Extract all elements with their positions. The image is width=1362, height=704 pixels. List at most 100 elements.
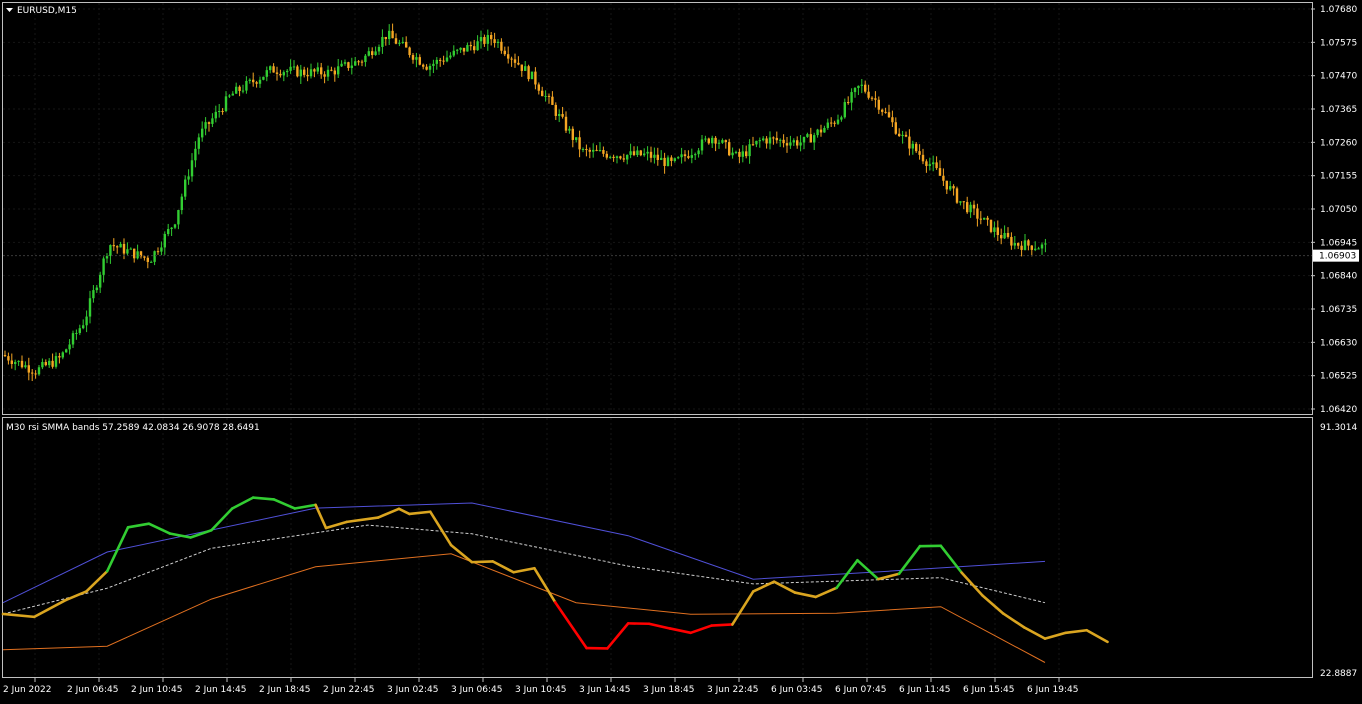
candle-body xyxy=(405,42,407,48)
candle-body xyxy=(864,85,866,92)
candle-body xyxy=(204,122,206,129)
candle-body xyxy=(249,80,251,81)
candle-body xyxy=(742,151,744,156)
candle-body xyxy=(619,156,621,158)
candle-body xyxy=(541,91,543,96)
candle-body xyxy=(830,123,832,124)
candle-body xyxy=(157,251,159,252)
candle-body xyxy=(997,227,999,235)
candle-body xyxy=(738,152,740,157)
candle-body xyxy=(11,361,13,364)
candle-body xyxy=(677,157,679,158)
candle-body xyxy=(174,224,176,227)
candle-body xyxy=(609,157,611,158)
candle-body xyxy=(79,328,81,333)
candle-body xyxy=(317,67,319,71)
candle-body xyxy=(616,156,618,158)
candle-body xyxy=(310,69,312,76)
candle-body xyxy=(374,51,376,55)
trading-chart[interactable]: EURUSD,M15 1.076801.075751.074701.073651… xyxy=(0,0,1362,700)
candle-body xyxy=(436,60,438,64)
candle-body xyxy=(799,142,801,145)
candle-body xyxy=(442,61,444,62)
price-tick-label: 1.06630 xyxy=(1320,338,1357,348)
candle-body xyxy=(191,160,193,176)
candle-body xyxy=(973,205,975,209)
candle-body xyxy=(28,365,30,372)
candle-body xyxy=(92,290,94,298)
candle-body xyxy=(323,74,325,76)
candle-body xyxy=(334,71,336,75)
candle-body xyxy=(728,142,730,155)
current-price-label: 1.06903 xyxy=(1319,252,1356,262)
candle-body xyxy=(599,150,601,151)
candle-body xyxy=(912,144,914,149)
candle-body xyxy=(72,333,74,344)
candle-body xyxy=(504,51,506,54)
candle-body xyxy=(840,117,842,119)
candle-body xyxy=(959,201,961,202)
chart-title: EURUSD,M15 xyxy=(17,6,77,16)
candle-body xyxy=(170,228,172,229)
candle-body xyxy=(854,88,856,92)
candle-body xyxy=(470,45,472,46)
candle-body xyxy=(1034,249,1036,250)
candle-body xyxy=(269,66,271,70)
candle-body xyxy=(1010,237,1012,246)
candle-body xyxy=(262,77,264,80)
candle-body xyxy=(1024,240,1026,250)
candle-body xyxy=(786,143,788,145)
candle-body xyxy=(874,98,876,99)
candle-body xyxy=(432,64,434,66)
candle-body xyxy=(517,63,519,65)
candle-body xyxy=(245,81,247,91)
candle-body xyxy=(629,151,631,155)
candle-body xyxy=(130,249,132,250)
candle-body xyxy=(901,135,903,136)
candle-body xyxy=(286,71,288,72)
price-tick-label: 1.06420 xyxy=(1320,405,1357,415)
candle-body xyxy=(980,219,982,220)
candle-body xyxy=(565,117,567,131)
candle-body xyxy=(385,37,387,39)
candle-body xyxy=(796,140,798,145)
candle-body xyxy=(473,46,475,50)
candle-body xyxy=(527,66,529,79)
candle-body xyxy=(782,140,784,143)
candle-body xyxy=(762,138,764,140)
candle-body xyxy=(7,356,9,360)
candle-body xyxy=(279,74,281,75)
candle-body xyxy=(884,112,886,113)
candle-body xyxy=(521,65,523,71)
candle-body xyxy=(932,162,934,164)
candle-body xyxy=(4,355,6,356)
candle-body xyxy=(266,70,268,77)
candle-body xyxy=(674,158,676,161)
candle-body xyxy=(150,262,152,263)
candle-body xyxy=(844,102,846,117)
candle-body xyxy=(476,41,478,50)
candle-body xyxy=(680,154,682,157)
candle-body xyxy=(371,51,373,55)
candle-body xyxy=(201,129,203,138)
time-tick-label: 2 Jun 22:45 xyxy=(323,685,374,695)
candle-body xyxy=(878,100,880,110)
candle-body xyxy=(487,35,489,44)
candle-body xyxy=(463,48,465,52)
candle-body xyxy=(1003,233,1005,238)
candle-body xyxy=(391,31,393,38)
candle-body xyxy=(816,130,818,135)
candle-body xyxy=(956,188,958,202)
candle-body xyxy=(507,54,509,58)
candle-body xyxy=(575,137,577,140)
candle-body xyxy=(663,158,665,166)
candle-body xyxy=(1041,245,1043,249)
rsi-segment xyxy=(472,561,493,562)
candle-body xyxy=(1020,246,1022,250)
candle-body xyxy=(303,70,305,75)
time-tick-label: 2 Jun 14:45 xyxy=(195,685,246,695)
candle-body xyxy=(221,111,223,112)
candle-body xyxy=(147,258,149,262)
candle-body xyxy=(585,149,587,150)
candle-body xyxy=(558,114,560,116)
